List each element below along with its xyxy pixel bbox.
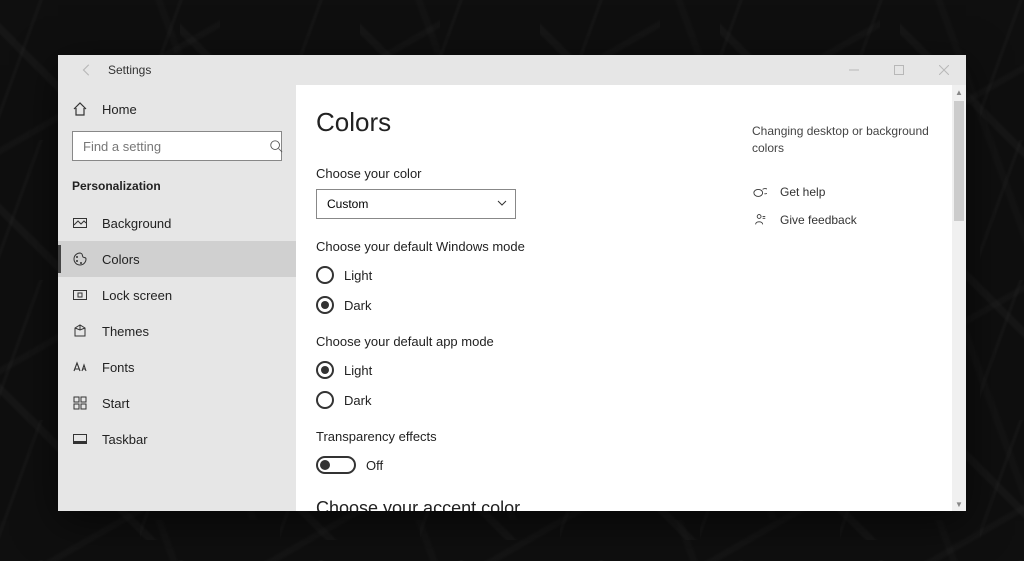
- maximize-button[interactable]: [876, 55, 921, 85]
- scroll-down-icon[interactable]: ▼: [952, 497, 966, 511]
- radio-label: Dark: [344, 393, 371, 408]
- minimize-icon: [849, 65, 859, 75]
- page-title: Colors: [316, 107, 732, 138]
- sidebar-item-label: Background: [102, 216, 171, 231]
- windows-mode-dark[interactable]: Dark: [316, 296, 732, 314]
- search-input[interactable]: [73, 139, 269, 154]
- sidebar-item-label: Fonts: [102, 360, 135, 375]
- app-mode-light[interactable]: Light: [316, 361, 732, 379]
- fonts-icon: [72, 359, 88, 375]
- sidebar: Home Personalization Background: [58, 85, 296, 511]
- toggle-value: Off: [366, 458, 383, 473]
- settings-window: Settings Home: [58, 55, 966, 511]
- link-label: Get help: [780, 185, 825, 199]
- search-box[interactable]: [72, 131, 282, 161]
- transparency-label: Transparency effects: [316, 429, 732, 444]
- window-controls: [831, 55, 966, 85]
- accent-heading: Choose your accent color: [316, 498, 732, 511]
- sidebar-item-fonts[interactable]: Fonts: [58, 349, 296, 385]
- feedback-icon: [752, 213, 768, 227]
- background-icon: [72, 215, 88, 231]
- choose-color-dropdown[interactable]: Custom: [316, 189, 516, 219]
- scrollbar-thumb[interactable]: [954, 101, 964, 221]
- toggle-switch-icon: [316, 456, 356, 474]
- home-icon: [72, 101, 88, 117]
- sidebar-item-label: Start: [102, 396, 129, 411]
- help-icon: [752, 185, 768, 199]
- sidebar-item-start[interactable]: Start: [58, 385, 296, 421]
- close-icon: [939, 65, 949, 75]
- radio-label: Dark: [344, 298, 371, 313]
- maximize-icon: [894, 65, 904, 75]
- sidebar-item-taskbar[interactable]: Taskbar: [58, 421, 296, 457]
- app-mode-label: Choose your default app mode: [316, 334, 732, 349]
- transparency-toggle[interactable]: Off: [316, 456, 732, 474]
- main-area: Colors Choose your color Custom Choose y…: [296, 85, 966, 511]
- search-container: [72, 131, 282, 161]
- radio-icon: [316, 296, 334, 314]
- scroll-up-icon[interactable]: ▲: [952, 85, 966, 99]
- minimize-button[interactable]: [831, 55, 876, 85]
- radio-icon: [316, 391, 334, 409]
- content: Colors Choose your color Custom Choose y…: [296, 85, 752, 511]
- window-body: Home Personalization Background: [58, 85, 966, 511]
- right-panel: Changing desktop or background colors Ge…: [752, 85, 952, 511]
- tip-text[interactable]: Changing desktop or background colors: [752, 123, 936, 157]
- sidebar-item-background[interactable]: Background: [58, 205, 296, 241]
- back-button[interactable]: [70, 55, 104, 85]
- home-link[interactable]: Home: [58, 93, 296, 125]
- windows-mode-light[interactable]: Light: [316, 266, 732, 284]
- colors-icon: [72, 251, 88, 267]
- nav-list: Background Colors Lock screen: [58, 205, 296, 457]
- themes-icon: [72, 323, 88, 339]
- close-button[interactable]: [921, 55, 966, 85]
- choose-color-label: Choose your color: [316, 166, 732, 181]
- radio-label: Light: [344, 363, 372, 378]
- sidebar-item-lock-screen[interactable]: Lock screen: [58, 277, 296, 313]
- chevron-down-icon: [497, 197, 507, 211]
- dropdown-value: Custom: [327, 197, 368, 211]
- scrollbar[interactable]: ▲ ▼: [952, 85, 966, 511]
- give-feedback-link[interactable]: Give feedback: [752, 213, 936, 227]
- windows-mode-label: Choose your default Windows mode: [316, 239, 732, 254]
- app-title: Settings: [108, 63, 151, 77]
- app-mode-dark[interactable]: Dark: [316, 391, 732, 409]
- radio-label: Light: [344, 268, 372, 283]
- start-icon: [72, 395, 88, 411]
- home-label: Home: [102, 102, 137, 117]
- sidebar-item-themes[interactable]: Themes: [58, 313, 296, 349]
- link-label: Give feedback: [780, 213, 857, 227]
- search-icon: [269, 139, 283, 153]
- radio-icon: [316, 361, 334, 379]
- back-arrow-icon: [80, 63, 94, 77]
- sidebar-item-colors[interactable]: Colors: [58, 241, 296, 277]
- sidebar-item-label: Colors: [102, 252, 140, 267]
- get-help-link[interactable]: Get help: [752, 185, 936, 199]
- sidebar-item-label: Taskbar: [102, 432, 148, 447]
- radio-icon: [316, 266, 334, 284]
- titlebar: Settings: [58, 55, 966, 85]
- sidebar-item-label: Lock screen: [102, 288, 172, 303]
- category-title: Personalization: [58, 173, 296, 205]
- taskbar-icon: [72, 431, 88, 447]
- sidebar-item-label: Themes: [102, 324, 149, 339]
- lock-screen-icon: [72, 287, 88, 303]
